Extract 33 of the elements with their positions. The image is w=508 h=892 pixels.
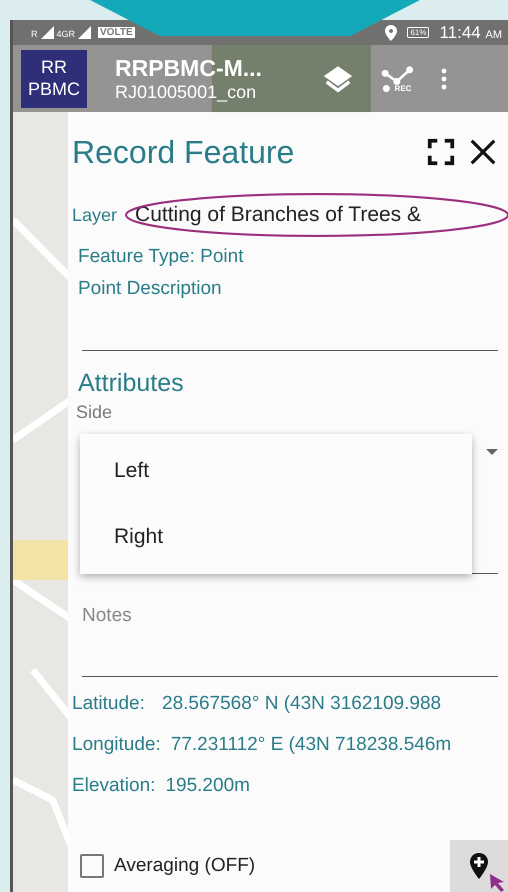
project-title: RRPBMC-M... (115, 54, 263, 82)
app-logo: RR PBMC (21, 50, 87, 108)
caret-icon (486, 449, 498, 455)
attributes-heading: Attributes (78, 369, 185, 398)
dropdown-option[interactable]: Right (80, 504, 472, 570)
coordinate-label: Elevation: (72, 775, 156, 797)
pin-plus-icon (469, 853, 489, 879)
signal-icon (78, 26, 92, 39)
coordinate-label: Latitude: (72, 693, 146, 715)
signal-icon (40, 26, 54, 39)
volte-badge: VOLTE (98, 27, 135, 38)
dropdown-option[interactable]: Left (80, 438, 472, 504)
field-label: Point Description (78, 278, 223, 300)
layer-label: Layer (72, 204, 118, 226)
close-button[interactable] (468, 137, 498, 167)
coordinate-value: 77.231112° E (43N 718238.546m (170, 734, 452, 756)
feature-type-text: Feature Type: Point (78, 246, 244, 268)
coordinate-label: Longitude: (72, 734, 161, 756)
clock-time: 11:44 AM (439, 22, 502, 42)
coordinate-value: 28.567568° N (43N 3162109.988 (162, 693, 442, 715)
coordinate-value: 195.200m (165, 775, 250, 797)
cursor-arrow-icon (490, 874, 506, 892)
location-pin-icon (385, 24, 398, 40)
add-point-button[interactable] (450, 840, 508, 892)
network-label: R (31, 29, 38, 39)
network-label: 4GR (56, 29, 76, 39)
menu-button[interactable] (441, 66, 447, 90)
averaging-checkbox[interactable]: Averaging (OFF) (80, 854, 450, 878)
project-subtitle: RJ01005001_con (115, 82, 258, 102)
notes-field[interactable]: Notes (82, 586, 498, 677)
field-label: Side (76, 402, 114, 423)
fullscreen-button[interactable] (426, 137, 456, 167)
panel-title: Record Feature (72, 134, 296, 170)
